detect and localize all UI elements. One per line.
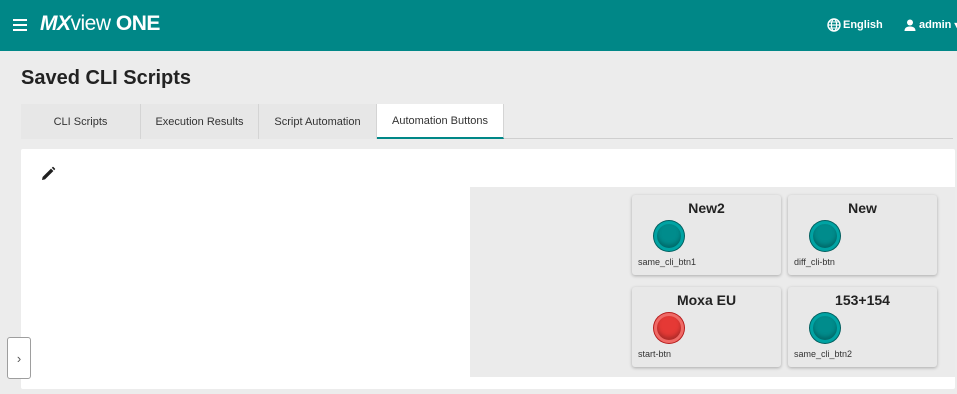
automation-card: New2 same_cli_btn1 <box>632 195 781 275</box>
caret-down-icon: ▼ <box>952 20 957 30</box>
automation-card-label: same_cli_btn2 <box>794 349 853 359</box>
tab-execution-results[interactable]: Execution Results <box>141 104 259 139</box>
tab-bar: CLI Scripts Execution Results Script Aut… <box>21 104 953 139</box>
automation-card: New diff_cli-btn <box>788 195 937 275</box>
user-menu[interactable]: admin ▼ <box>903 16 957 34</box>
language-selector[interactable]: English <box>827 16 883 34</box>
automation-card: 153+154 same_cli_btn2 <box>788 287 937 367</box>
automation-card: Moxa EU start-btn <box>632 287 781 367</box>
hamburger-menu-icon[interactable] <box>13 19 27 31</box>
automation-trigger-button[interactable] <box>654 313 684 343</box>
automation-card-label: same_cli_btn1 <box>638 257 697 267</box>
automation-trigger-button[interactable] <box>810 221 840 251</box>
globe-icon <box>827 18 841 32</box>
automation-card-title: Moxa EU <box>676 292 737 308</box>
automation-trigger-button[interactable] <box>810 313 840 343</box>
automation-button-grid: New2 same_cli_btn1 New diff_cli-btn Moxa… <box>470 187 955 377</box>
automation-buttons-panel: New2 same_cli_btn1 New diff_cli-btn Moxa… <box>21 149 955 389</box>
language-label: English <box>843 19 883 31</box>
page-title: Saved CLI Scripts <box>21 67 192 89</box>
user-icon <box>904 19 916 31</box>
app-logo: MXview ONE <box>40 12 160 35</box>
automation-card-label: start-btn <box>638 349 672 359</box>
automation-card-title: New <box>848 200 877 216</box>
automation-trigger-button[interactable] <box>654 221 684 251</box>
tab-automation-buttons[interactable]: Automation Buttons <box>377 104 504 139</box>
top-app-bar: MXview ONE English admin ▼ <box>0 0 957 51</box>
tab-cli-scripts[interactable]: CLI Scripts <box>21 104 141 139</box>
tab-script-automation[interactable]: Script Automation <box>259 104 377 139</box>
username-label: admin <box>919 19 952 31</box>
chevron-right-icon: › <box>16 350 22 366</box>
automation-card-title: 153+154 <box>835 292 890 308</box>
sidebar-expand-button[interactable]: › <box>7 337 31 379</box>
automation-card-label: diff_cli-btn <box>794 257 835 267</box>
pencil-icon[interactable] <box>40 166 56 182</box>
automation-card-title: New2 <box>688 200 725 216</box>
